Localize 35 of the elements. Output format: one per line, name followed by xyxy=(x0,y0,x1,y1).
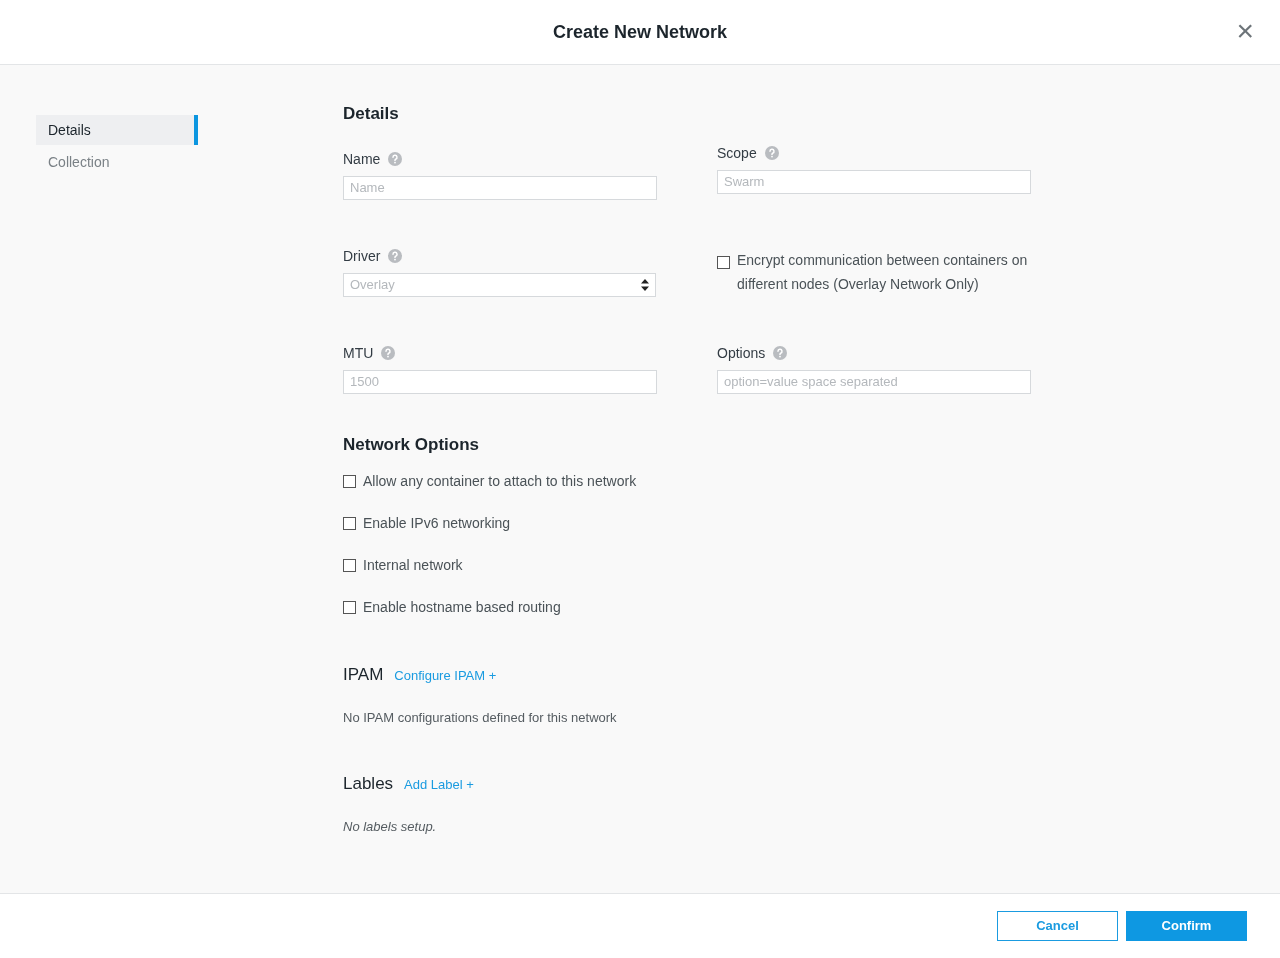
checkbox-label: Enable hostname based routing xyxy=(363,598,561,617)
configure-ipam-link[interactable]: Configure IPAM + xyxy=(394,666,497,686)
sidebar-tab[interactable]: Collection xyxy=(36,147,198,177)
checkbox-label: Encrypt communication between containers on different nodes (Overlay Network Only) xyxy=(737,250,1029,294)
field-label: Name xyxy=(343,149,381,169)
text-field[interactable]: option=value space separated xyxy=(717,369,1031,394)
sort-caret-icon xyxy=(641,278,649,291)
checkbox[interactable] xyxy=(343,601,356,614)
text-field[interactable]: Name xyxy=(343,175,657,200)
section-heading: Lables xyxy=(343,773,394,795)
cancel-button[interactable]: Cancel xyxy=(997,911,1118,941)
text-field[interactable]: Swarm xyxy=(717,169,1031,194)
section-heading: IPAM xyxy=(343,664,384,686)
field-label: Scope xyxy=(717,143,757,163)
checkbox-label: Allow any container to attach to this network xyxy=(363,472,637,491)
confirm-button[interactable]: Confirm xyxy=(1126,911,1247,941)
dialog-title: Create New Network xyxy=(552,20,728,44)
section-heading: Network Options xyxy=(343,433,480,456)
close-button[interactable]: × xyxy=(1236,16,1254,46)
checkbox-label: Internal network xyxy=(363,556,463,575)
empty-message: No IPAM configurations defined for this network xyxy=(343,708,618,727)
field-label: Driver xyxy=(343,246,381,266)
section-heading: Details xyxy=(343,103,400,125)
checkbox[interactable] xyxy=(343,475,356,488)
field-label: MTU xyxy=(343,343,374,363)
driver-select[interactable]: Overlay xyxy=(343,272,656,297)
empty-message: No labels setup. xyxy=(343,817,438,836)
checkbox[interactable] xyxy=(343,517,356,530)
text-field[interactable]: 1500 xyxy=(343,369,657,394)
sidebar-tab[interactable]: Details xyxy=(36,115,198,145)
checkbox[interactable] xyxy=(343,559,356,572)
checkbox[interactable] xyxy=(717,255,730,269)
field-label: Options xyxy=(717,343,766,363)
add-label-link[interactable]: Add Label + xyxy=(404,775,474,795)
checkbox-label: Enable IPv6 networking xyxy=(363,514,511,533)
